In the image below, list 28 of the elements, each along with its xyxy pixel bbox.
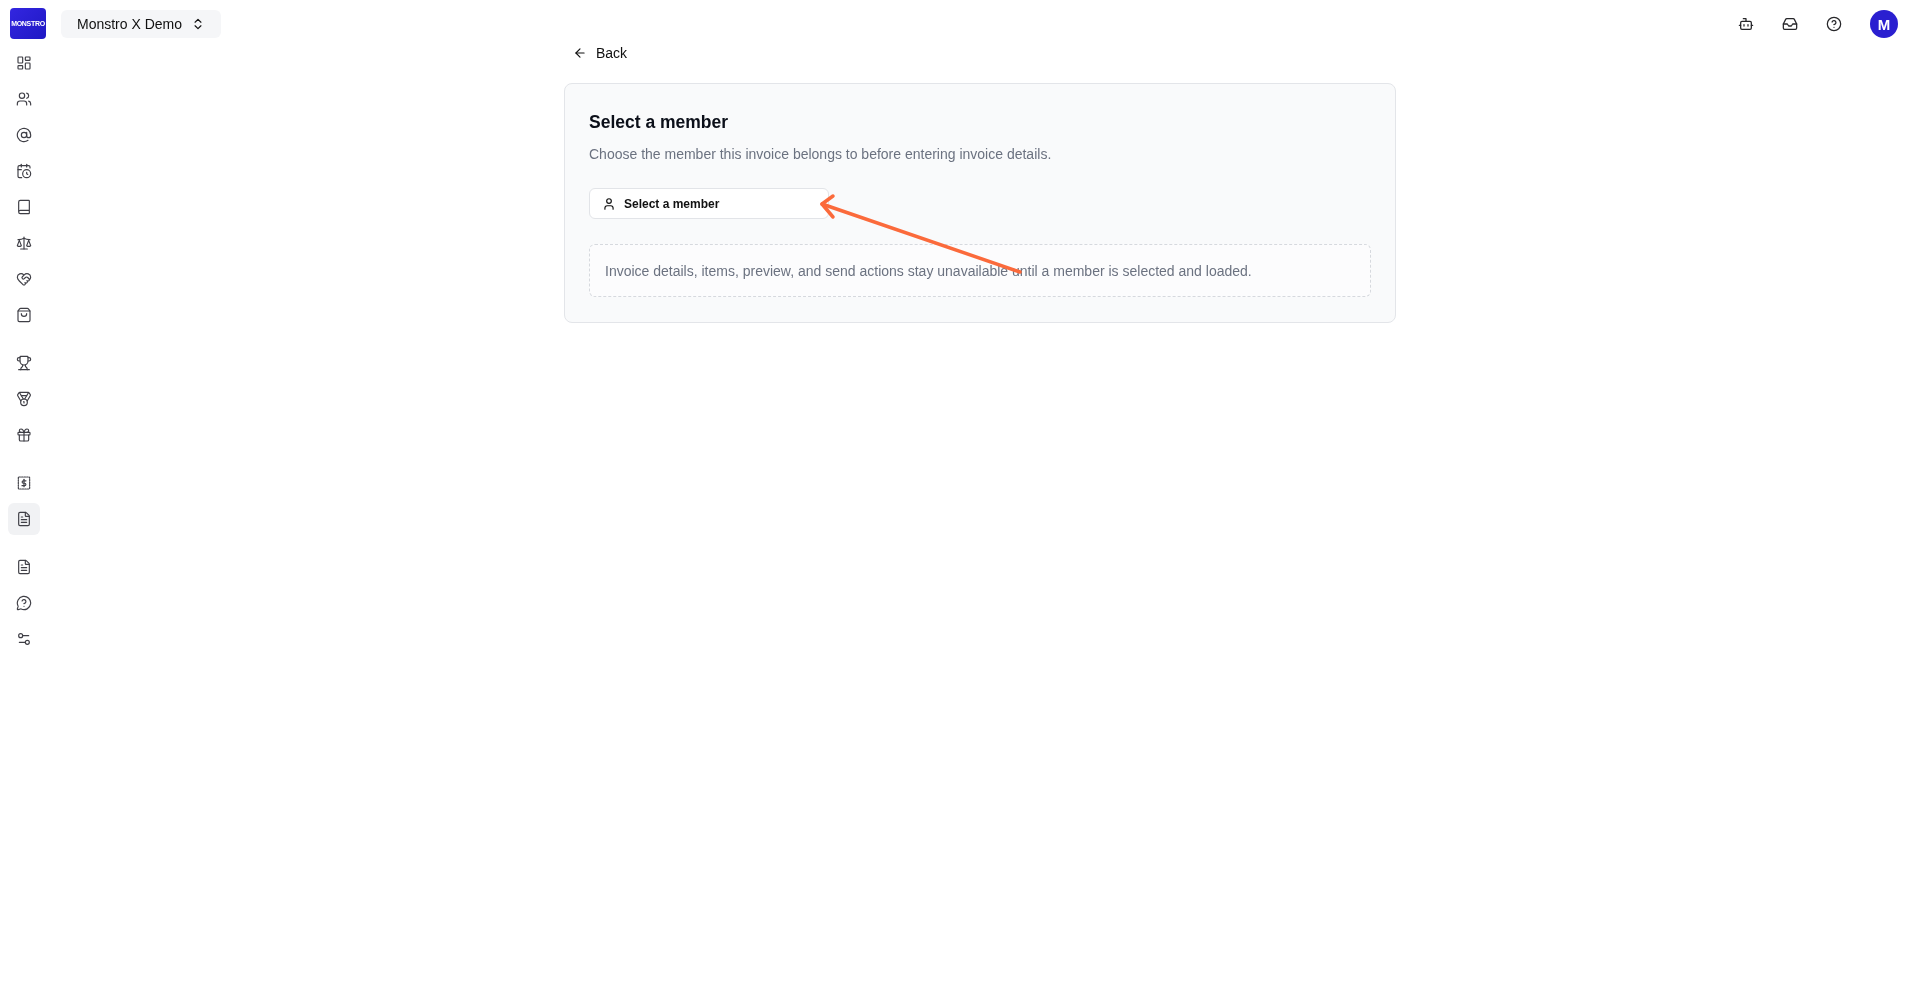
trophy-icon	[16, 355, 32, 371]
book-icon	[16, 199, 32, 215]
inbox-icon	[1782, 16, 1798, 32]
dashboard-icon	[16, 55, 32, 71]
user-avatar[interactable]: M	[1870, 10, 1898, 38]
calendar-clock-icon	[16, 163, 32, 179]
select-member-button[interactable]: Select a member	[589, 188, 829, 219]
at-sign-icon	[16, 127, 32, 143]
workspace-switcher[interactable]: Monstro X Demo	[61, 10, 221, 38]
sidebar-nav-item[interactable]	[8, 503, 40, 535]
sliders-icon	[16, 631, 32, 647]
card-title: Select a member	[589, 111, 729, 134]
users-icon	[16, 91, 32, 107]
medal-icon	[16, 391, 32, 407]
robot-icon	[1738, 16, 1754, 32]
scale-icon	[16, 235, 32, 251]
receipt-dollar-icon	[16, 475, 32, 491]
user-icon	[602, 196, 616, 211]
gift-icon	[16, 427, 32, 443]
back-button[interactable]: Back	[564, 42, 637, 64]
document-icon	[16, 559, 32, 575]
help-bubble-icon	[16, 595, 32, 611]
card-description: Choose the member this invoice belongs to before entering invoice details.	[589, 145, 1052, 164]
heart-handshake-icon	[16, 271, 32, 287]
arrow-left-icon	[573, 46, 587, 60]
shopping-bag-icon	[16, 307, 32, 323]
help-icon	[1826, 16, 1842, 32]
document-icon	[16, 511, 32, 527]
